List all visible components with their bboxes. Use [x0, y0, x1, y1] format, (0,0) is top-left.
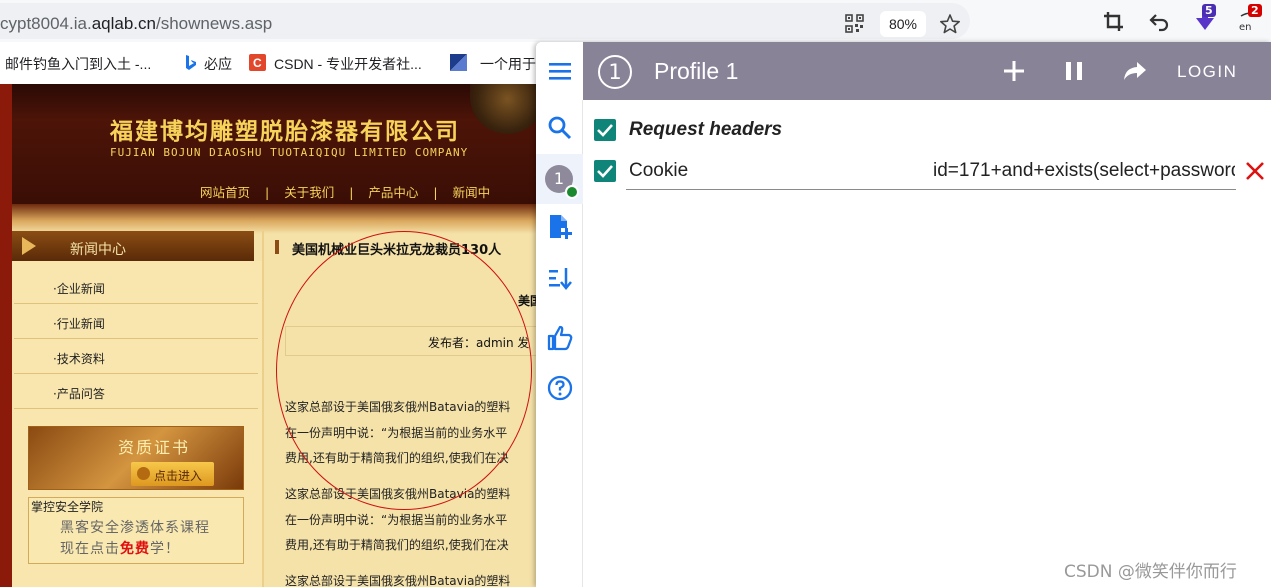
section-title: Request headers [629, 119, 783, 140]
page-left-border [0, 84, 12, 587]
extension-badge: 2 [1248, 4, 1262, 17]
header-checkbox[interactable] [594, 160, 616, 182]
bing-icon [186, 55, 196, 70]
address-bar[interactable]: cypt8004.ia.aqlab.cn/shownews.asp 80% [0, 3, 970, 39]
sidebar-item-tech-docs[interactable]: ·技术资料 [53, 350, 105, 367]
extension-badge: 5 [1202, 4, 1216, 17]
article-paragraph-line: 费用,还有助于精简我们的组织,使我们在决 [285, 538, 509, 552]
ad-heading: 掌控安全学院 [31, 500, 104, 514]
company-name-cn: 福建博均雕塑脱胎漆器有限公司 [110, 119, 460, 145]
article-paragraph-line: 在一份声明中说：“为根据当前的业务水平 [285, 513, 508, 527]
gold-divider [12, 204, 540, 234]
sort-icon[interactable] [547, 265, 573, 291]
qr-code-icon[interactable] [845, 14, 864, 33]
ad-line: 黑客安全渗透体系课程 [60, 520, 210, 536]
divider [14, 408, 258, 409]
url-text[interactable]: cypt8004.ia.aqlab.cn/shownews.asp [0, 14, 272, 34]
divider [14, 338, 258, 339]
nav-separator: | [265, 185, 270, 200]
star-icon[interactable] [939, 13, 961, 35]
divider [14, 303, 258, 304]
field-underline [626, 189, 1236, 190]
bookmark-item[interactable]: 邮件钓鱼入门到入土 -... [5, 54, 151, 74]
extension-sub-label: en [1239, 22, 1252, 33]
company-name-en: FUJIAN BOJUN DIAOSHU TUOTAIQIQU LIMITED … [110, 146, 469, 159]
title-marker-icon [275, 240, 279, 254]
certificate-title: 资质证书 [118, 438, 191, 457]
help-icon[interactable] [547, 375, 573, 401]
undo-icon[interactable] [1149, 11, 1170, 32]
nav-separator: | [433, 185, 438, 200]
header-value-field[interactable]: id=171+and+exists(select+password+from+a… [933, 160, 1235, 182]
extension-panel: 1 1 Profile 1 LOGIN Request headers Cook… [536, 42, 1271, 587]
search-icon[interactable] [547, 115, 573, 141]
sidebar-item-enterprise-news[interactable]: ·企业新闻 [53, 280, 105, 297]
nav-link-home[interactable]: 网站首页 [200, 185, 250, 200]
share-icon[interactable] [1123, 60, 1147, 82]
ad-line: 现在点击免费学！ [60, 541, 180, 557]
login-button[interactable]: LOGIN [1177, 62, 1237, 82]
certificate-enter-label: 点击进入 [154, 469, 203, 483]
nav-link-news[interactable]: 新闻中 [453, 185, 491, 200]
delete-icon[interactable] [1244, 160, 1266, 182]
profile-title[interactable]: Profile 1 [654, 58, 738, 85]
bookmark-item[interactable]: 必应 [204, 54, 232, 74]
add-file-icon[interactable] [547, 214, 573, 240]
nav-link-about[interactable]: 关于我们 [284, 185, 334, 200]
browser-toolbar: cypt8004.ia.aqlab.cn/shownews.asp 80% 5 … [0, 0, 1271, 42]
sidebar-item-product-faq[interactable]: ·产品问答 [53, 385, 105, 402]
crop-icon[interactable] [1103, 11, 1124, 32]
divider [14, 373, 258, 374]
thumbs-up-icon[interactable] [547, 325, 573, 351]
arrow-icon [22, 237, 36, 255]
nav-link-products[interactable]: 产品中心 [368, 185, 418, 200]
sidebar-item-industry-news[interactable]: ·行业新闻 [53, 315, 105, 332]
menu-icon[interactable] [547, 58, 573, 84]
nav-separator: | [349, 185, 354, 200]
header-name-field[interactable]: Cookie [629, 160, 688, 182]
profile-number-badge: 1 [598, 55, 632, 89]
bookmarks-bar: 邮件钓鱼入门到入土 -... 必应 C CSDN - 专业开发者社... 一个用… [0, 42, 540, 84]
site-nav: 网站首页 | 关于我们 | 产品中心 | 新闻中 [200, 182, 501, 201]
zoom-level-button[interactable]: 80% [880, 11, 926, 37]
pause-icon[interactable] [1063, 60, 1085, 82]
annotation-circle [276, 231, 532, 510]
sidebar-title: 新闻中心 [70, 242, 126, 258]
bookmark-item[interactable]: CSDN - 专业开发者社... [274, 54, 422, 74]
bookmark-item[interactable]: 一个用于 [480, 54, 536, 74]
sidebar-header [12, 231, 254, 261]
svg-text:C: C [253, 56, 262, 70]
add-icon[interactable] [1003, 60, 1025, 82]
csdn-icon: C [249, 54, 266, 71]
section-checkbox[interactable] [594, 119, 616, 141]
column-divider [262, 231, 264, 587]
bookmark-icon [450, 54, 467, 71]
watermark: CSDN @微笑伴你而行 [1064, 562, 1237, 582]
profile-header: 1 Profile 1 LOGIN [583, 42, 1271, 100]
article-paragraph-line: 这家总部设于美国俄亥俄州Batavia的塑料 [285, 574, 511, 587]
active-check-icon [565, 185, 579, 199]
play-icon [137, 467, 150, 480]
